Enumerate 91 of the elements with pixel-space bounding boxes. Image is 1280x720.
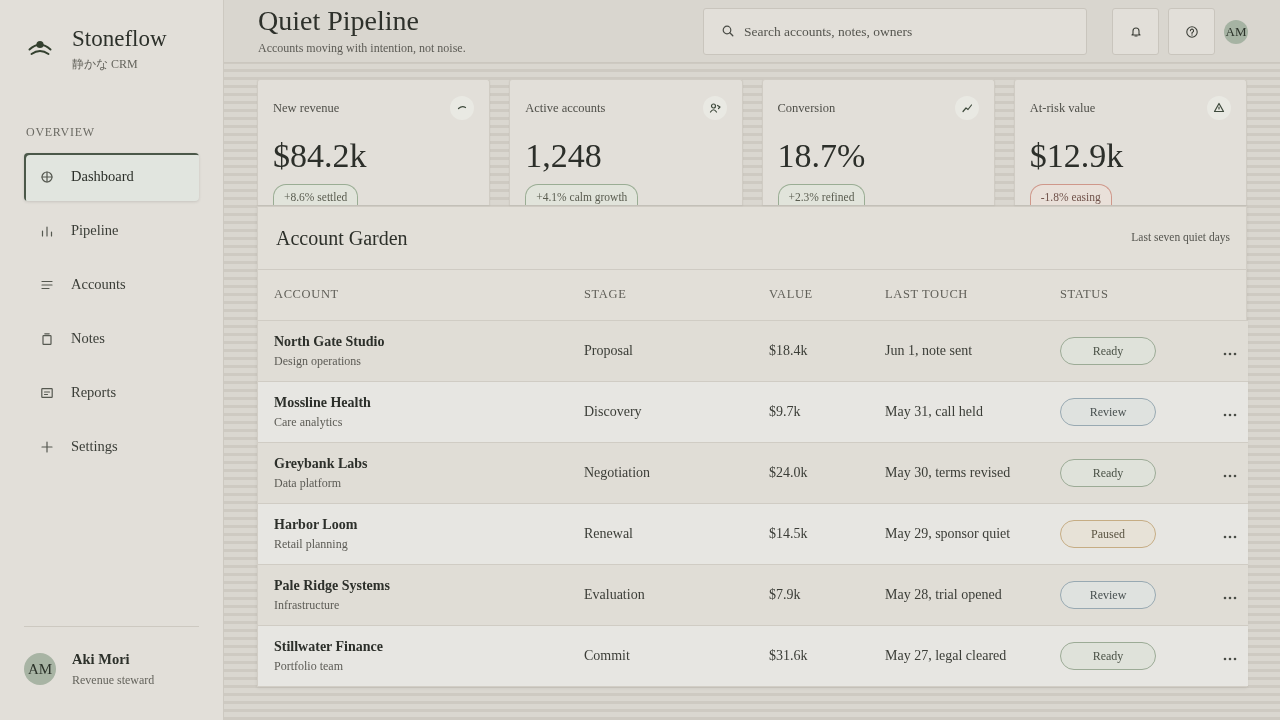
table-cell: $9.7k [753, 381, 869, 442]
nav-item[interactable]: Settings [24, 423, 199, 471]
table-cell: $14.5k [753, 503, 869, 564]
account-description: Retail planning [274, 536, 348, 552]
account-name: Stillwater Finance [274, 637, 383, 656]
column-header: STAGE [568, 270, 753, 320]
more-icon[interactable] [1223, 473, 1237, 478]
account-description: Portfolio team [274, 658, 343, 674]
table-cell: Renewal [568, 503, 753, 564]
user-name: Aki Mori [72, 650, 130, 668]
stat-value: 18.7% [777, 139, 866, 173]
search-field[interactable]: Search accounts, notes, owners [703, 8, 1087, 55]
account-description: Infrastructure [274, 597, 340, 613]
more-icon[interactable] [1223, 412, 1237, 417]
logo-icon [28, 38, 52, 58]
user-avatar[interactable]: AM [1224, 19, 1248, 44]
trend-pill: +8.6% settled [273, 184, 359, 205]
table-cell: May 28, trial opened [869, 564, 1044, 625]
account-name: Greybank Labs [274, 454, 368, 473]
page-title: Quiet Pipeline [258, 6, 419, 36]
more-icon[interactable] [1223, 656, 1237, 661]
nav-item[interactable]: Dashboard [24, 153, 199, 201]
stat-value: 1,248 [525, 139, 602, 173]
status-pill: Ready [1060, 336, 1156, 365]
account-name: Mossline Health [274, 393, 371, 412]
stat-label: New revenue [273, 99, 340, 117]
table-cell: May 29, sponsor quiet [869, 503, 1044, 564]
section-label: OVERVIEW [26, 124, 95, 140]
account-name: Pale Ridge Systems [274, 576, 390, 595]
trend-pill: +4.1% calm growth [525, 184, 639, 205]
user-avatar: AM [24, 653, 56, 685]
trend-icon [954, 96, 979, 120]
table-cell: Discovery [568, 381, 753, 442]
trend-pill: +2.3% refined [777, 184, 866, 205]
more-icon[interactable] [1223, 595, 1237, 600]
table-cell: Evaluation [568, 564, 753, 625]
nav-item[interactable]: Notes [24, 315, 199, 363]
bar-chart-icon [41, 225, 53, 237]
status-pill: Review [1060, 397, 1156, 426]
nav-item[interactable]: Accounts [24, 261, 199, 309]
account-description: Care analytics [274, 414, 343, 430]
stat-value: $12.9k [1029, 139, 1124, 173]
column-header: LAST TOUCH [869, 270, 1044, 320]
plus-icon [41, 441, 53, 453]
stat-label: At-risk value [1029, 99, 1096, 117]
account-description: Design operations [274, 353, 361, 369]
more-icon[interactable] [1223, 534, 1237, 539]
account-name: Harbor Loom [274, 515, 358, 534]
account-name: North Gate Studio [274, 332, 385, 351]
document-icon [41, 387, 53, 399]
page-subtitle: Accounts moving with intention, not noise. [258, 41, 466, 55]
stat-value: $84.2k [273, 139, 367, 173]
status-pill: Paused [1060, 519, 1156, 548]
panel-title: Account Garden [276, 226, 408, 251]
table-cell: Negotiation [568, 442, 753, 503]
table-cell: Commit [568, 625, 753, 686]
table-cell: Proposal [568, 320, 753, 381]
table-cell: $24.0k [753, 442, 869, 503]
column-header: STATUS [1044, 270, 1191, 320]
table-cell: $31.6k [753, 625, 869, 686]
table-cell: $7.9k [753, 564, 869, 625]
crosshair-icon [41, 171, 53, 183]
brand-tagline: 静かな CRM [72, 56, 138, 72]
stat-label: Conversion [777, 99, 836, 117]
arc-icon [450, 96, 475, 120]
table-cell: Jun 1, note sent [869, 320, 1044, 381]
bell-icon [1130, 26, 1141, 37]
table-cell: May 31, call held [869, 381, 1044, 442]
account-description: Data platform [274, 475, 341, 491]
column-header: VALUE [753, 270, 869, 320]
table-cell: $18.4k [753, 320, 869, 381]
stat-label: Active accounts [525, 99, 606, 117]
status-pill: Ready [1060, 458, 1156, 487]
list-icon [41, 279, 53, 291]
help-icon [1185, 25, 1198, 38]
nav-item[interactable]: Reports [24, 369, 199, 417]
table-cell: May 27, legal cleared [869, 625, 1044, 686]
status-pill: Review [1060, 580, 1156, 609]
table-cell: May 30, terms revised [869, 442, 1044, 503]
brand-name: Stoneflow [72, 26, 167, 52]
more-icon[interactable] [1223, 351, 1237, 356]
status-pill: Ready [1060, 641, 1156, 670]
column-header: ACCOUNT [258, 270, 568, 320]
user-role: Revenue steward [72, 672, 155, 688]
clipboard-icon [41, 333, 53, 345]
warning-icon [1207, 96, 1231, 120]
nav-item[interactable]: Pipeline [24, 207, 199, 255]
search-icon [722, 25, 734, 37]
date-range-label: Last seven quiet days [1131, 230, 1230, 246]
person-icon [702, 96, 727, 120]
trend-pill: -1.8% easing [1029, 184, 1112, 205]
